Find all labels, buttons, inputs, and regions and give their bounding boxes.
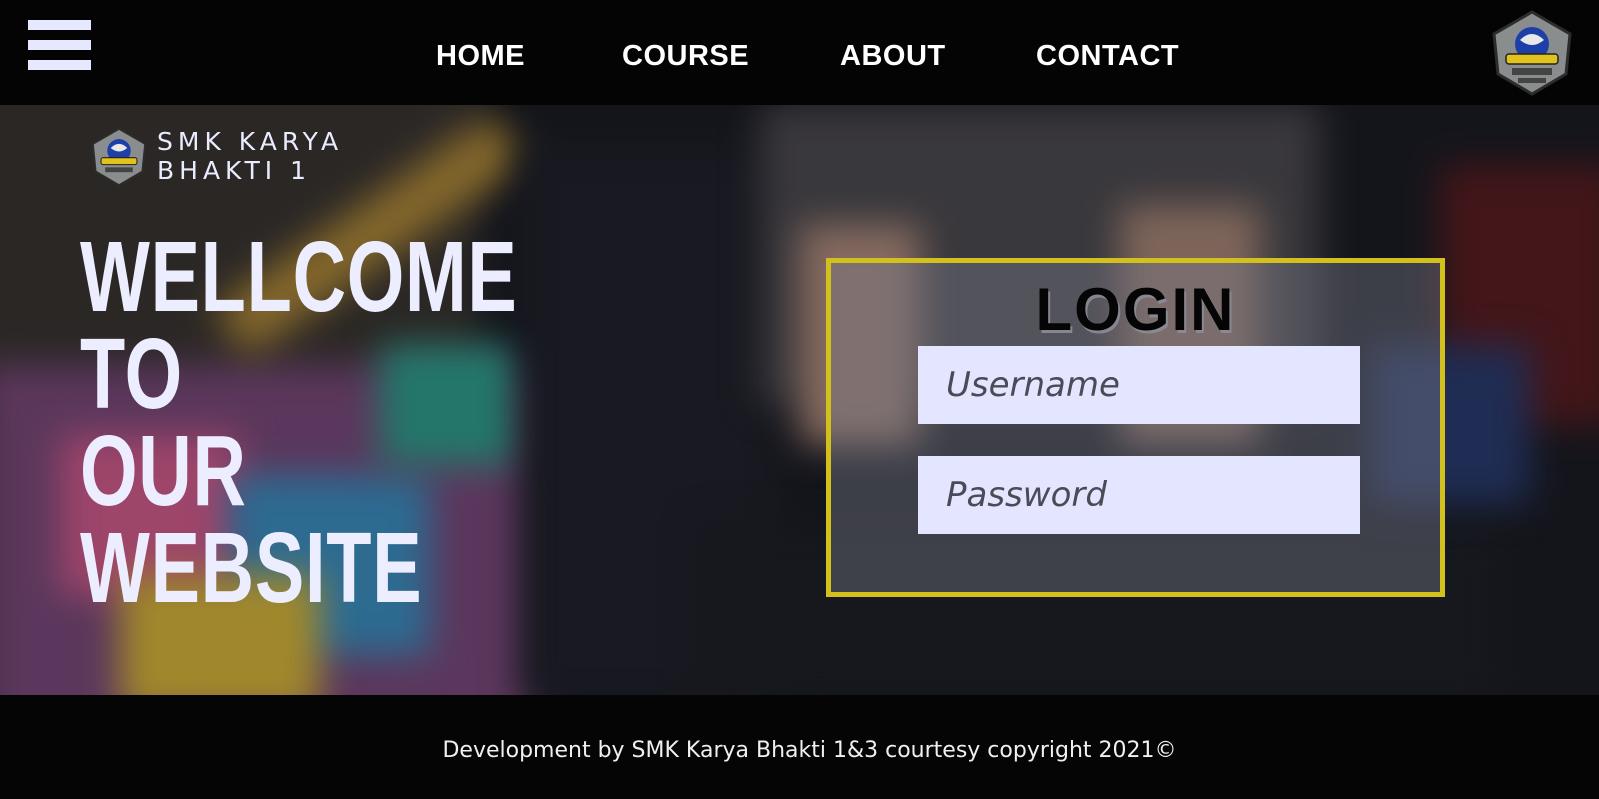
welcome-line-2: TO — [80, 318, 183, 430]
login-panel: LOGIN — [826, 258, 1445, 597]
nav-contact-link[interactable]: CONTACT — [1036, 40, 1179, 73]
password-input[interactable] — [918, 456, 1360, 534]
brand-line-1: SMK KARYA — [157, 127, 344, 156]
brand-line-2: BHAKTI 1 — [157, 156, 312, 185]
school-emblem-icon — [1492, 10, 1572, 96]
welcome-heading: WELLCOME TO OUR WEBSITE — [80, 221, 518, 624]
nav-home-link[interactable]: HOME — [436, 40, 525, 73]
hero-section: SMK KARYA BHAKTI 1 WELLCOME TO OUR WEBSI… — [0, 105, 1599, 695]
footer-copyright: Development by SMK Karya Bhakti 1&3 cour… — [442, 738, 1177, 763]
welcome-line-3: OUR — [80, 415, 247, 527]
welcome-line-4: WEBSITE — [80, 512, 423, 624]
hamburger-menu-icon[interactable] — [28, 20, 91, 72]
top-nav-bar: HOME COURSE ABOUT CONTACT — [0, 0, 1599, 105]
footer: Development by SMK Karya Bhakti 1&3 cour… — [0, 695, 1599, 799]
nav-course-link[interactable]: COURSE — [622, 40, 749, 73]
nav-about-link[interactable]: ABOUT — [840, 40, 946, 73]
login-title: LOGIN — [1035, 276, 1236, 343]
username-input[interactable] — [918, 346, 1360, 424]
brand-name: SMK KARYA BHAKTI 1 — [157, 127, 343, 185]
school-emblem-icon — [91, 127, 147, 187]
welcome-line-1: WELLCOME — [80, 221, 518, 333]
